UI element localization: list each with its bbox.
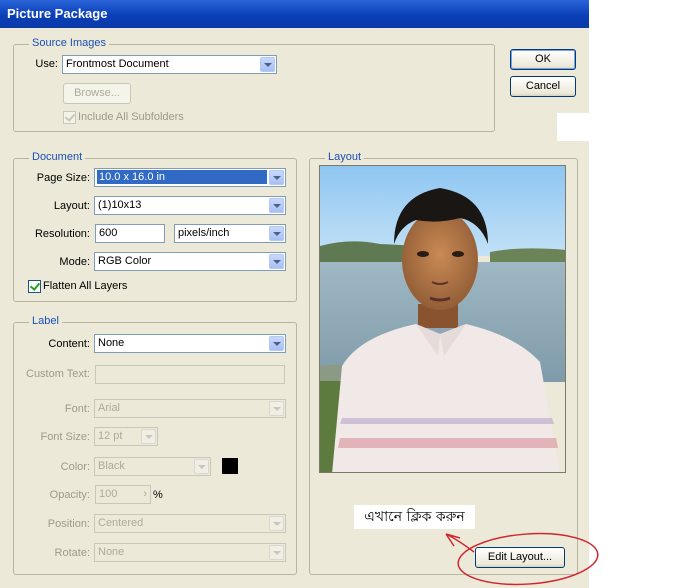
annotation-overlay bbox=[445, 532, 599, 586]
annotation-circle bbox=[457, 532, 599, 586]
